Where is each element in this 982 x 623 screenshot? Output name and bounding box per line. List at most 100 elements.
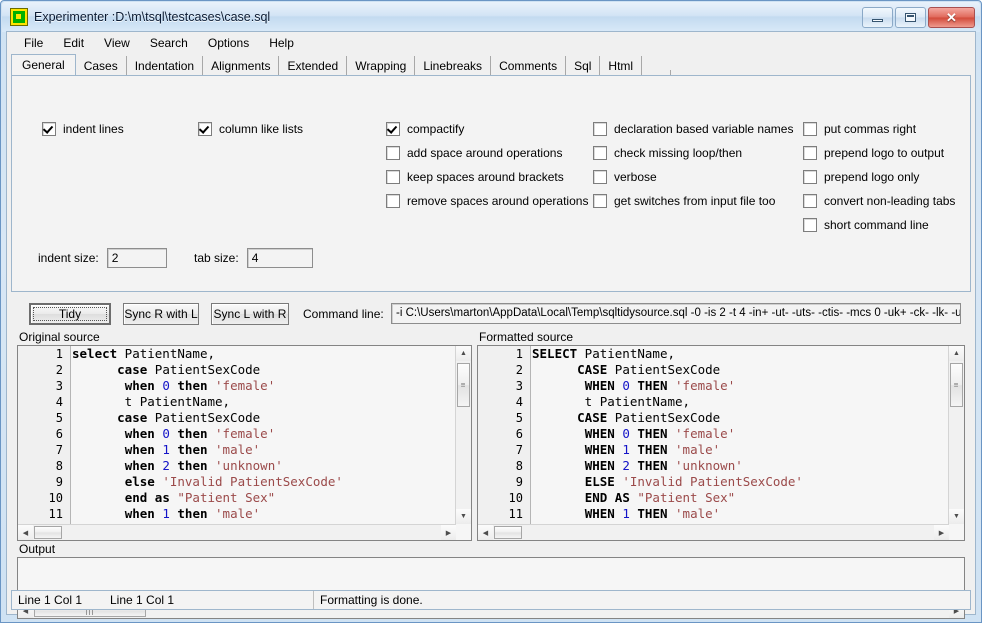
checkbox-checked-icon[interactable] bbox=[42, 122, 56, 136]
option-row-verbose[interactable]: verbose bbox=[593, 168, 793, 186]
formatted-source-code[interactable]: SELECT PatientName, CASE PatientSexCode … bbox=[532, 346, 948, 524]
close-button[interactable]: ✕ bbox=[928, 7, 975, 28]
code-line[interactable]: CASE PatientSexCode bbox=[532, 362, 948, 378]
checkbox-unchecked-icon[interactable] bbox=[386, 170, 400, 184]
option-row-check-missing-loop-then[interactable]: check missing loop/then bbox=[593, 144, 793, 162]
maximize-button[interactable] bbox=[895, 7, 926, 28]
scroll-left-icon[interactable]: ◀ bbox=[18, 525, 33, 540]
indent-size-input[interactable] bbox=[106, 248, 167, 268]
tab-extended[interactable]: Extended bbox=[279, 56, 348, 76]
option-row-prepend-logo-only[interactable]: prepend logo only bbox=[803, 168, 955, 186]
code-line[interactable]: select PatientName, bbox=[72, 346, 455, 362]
checkbox-unchecked-icon[interactable] bbox=[803, 218, 817, 232]
option-row-column-like-lists[interactable]: column like lists bbox=[198, 120, 303, 138]
code-line[interactable]: else 'Invalid PatientSexCode' bbox=[72, 474, 455, 490]
option-row-compactify[interactable]: compactify bbox=[386, 120, 588, 138]
scroll-down-icon[interactable]: ▼ bbox=[456, 509, 471, 524]
code-line[interactable]: CASE PatientSexCode bbox=[532, 410, 948, 426]
sync-r-with-l-button[interactable]: Sync R with L bbox=[123, 303, 199, 325]
menu-item-edit[interactable]: Edit bbox=[54, 34, 93, 52]
checkbox-unchecked-icon[interactable] bbox=[803, 194, 817, 208]
code-line[interactable]: case PatientSexCode bbox=[72, 410, 455, 426]
tab-comments[interactable]: Comments bbox=[491, 56, 567, 76]
option-row-remove-spaces-around-operations[interactable]: remove spaces around operations bbox=[386, 192, 588, 210]
code-line[interactable]: when 0 then 'female' bbox=[72, 426, 455, 442]
sync-l-with-r-button[interactable]: Sync L with R bbox=[211, 303, 289, 325]
code-line[interactable]: case PatientSexCode bbox=[72, 362, 455, 378]
checkbox-unchecked-icon[interactable] bbox=[593, 170, 607, 184]
tab-linebreaks[interactable]: Linebreaks bbox=[415, 56, 492, 76]
code-line[interactable]: when 2 then 'unknown' bbox=[72, 458, 455, 474]
horizontal-scroll-thumb[interactable] bbox=[494, 526, 522, 539]
code-line[interactable]: when 1 then 'male' bbox=[72, 506, 455, 522]
checkbox-unchecked-icon[interactable] bbox=[386, 194, 400, 208]
code-line[interactable]: when 0 then 'female' bbox=[72, 378, 455, 394]
checkbox-unchecked-icon[interactable] bbox=[593, 146, 607, 160]
code-token-pln bbox=[72, 442, 125, 457]
code-line[interactable]: end as "Patient Sex" bbox=[72, 490, 455, 506]
tab-sql[interactable]: Sql bbox=[566, 56, 601, 76]
option-row-put-commas-right[interactable]: put commas right bbox=[803, 120, 955, 138]
checkbox-unchecked-icon[interactable] bbox=[593, 194, 607, 208]
vertical-scroll-thumb[interactable]: ≡ bbox=[950, 363, 963, 407]
option-row-add-space-around-operations[interactable]: add space around operations bbox=[386, 144, 588, 162]
scroll-up-icon[interactable]: ▲ bbox=[949, 346, 964, 361]
code-line[interactable]: SELECT PatientName, bbox=[532, 346, 948, 362]
tab-size-input[interactable] bbox=[246, 248, 313, 268]
scroll-down-icon[interactable]: ▼ bbox=[949, 509, 964, 524]
option-row-indent-lines[interactable]: indent lines bbox=[42, 120, 124, 138]
original-vertical-scrollbar[interactable]: ▲ ≡ ▼ bbox=[455, 346, 471, 524]
scroll-up-icon[interactable]: ▲ bbox=[456, 346, 471, 361]
original-source-editor[interactable]: 1 2 3 4 5 6 7 8 9 10 11 select PatientName, case P… bbox=[17, 345, 472, 541]
code-line[interactable]: WHEN 2 THEN 'unknown' bbox=[532, 458, 948, 474]
option-row-short-command-line[interactable]: short command line bbox=[803, 216, 955, 234]
original-horizontal-scrollbar[interactable]: ◀ ▶ bbox=[18, 524, 456, 540]
scroll-left-icon[interactable]: ◀ bbox=[478, 525, 493, 540]
option-row-prepend-logo-to-output[interactable]: prepend logo to output bbox=[803, 144, 955, 162]
checkbox-unchecked-icon[interactable] bbox=[593, 122, 607, 136]
code-line[interactable]: END AS "Patient Sex" bbox=[532, 490, 948, 506]
checkbox-unchecked-icon[interactable] bbox=[803, 122, 817, 136]
checkbox-unchecked-icon[interactable] bbox=[386, 146, 400, 160]
menu-item-view[interactable]: View bbox=[95, 34, 139, 52]
code-line[interactable]: WHEN 0 THEN 'female' bbox=[532, 426, 948, 442]
minimize-button[interactable] bbox=[862, 7, 893, 28]
menu-item-options[interactable]: Options bbox=[199, 34, 258, 52]
checkbox-checked-icon[interactable] bbox=[198, 122, 212, 136]
menu-item-search[interactable]: Search bbox=[141, 34, 197, 52]
menu-item-help[interactable]: Help bbox=[260, 34, 303, 52]
option-row-convert-non-leading-tabs[interactable]: convert non-leading tabs bbox=[803, 192, 955, 210]
option-label: check missing loop/then bbox=[614, 146, 743, 160]
tab-alignments[interactable]: Alignments bbox=[203, 56, 280, 76]
checkbox-checked-icon[interactable] bbox=[386, 122, 400, 136]
tab-indentation[interactable]: Indentation bbox=[127, 56, 204, 76]
vertical-scroll-thumb[interactable]: ≡ bbox=[457, 363, 470, 407]
horizontal-scroll-thumb[interactable] bbox=[34, 526, 62, 539]
code-line[interactable]: WHEN 1 THEN 'male' bbox=[532, 506, 948, 522]
tab-wrapping[interactable]: Wrapping bbox=[347, 56, 416, 76]
code-line[interactable]: t PatientName, bbox=[532, 394, 948, 410]
tab-general[interactable]: General bbox=[11, 54, 76, 77]
code-line[interactable]: WHEN 0 THEN 'female' bbox=[532, 378, 948, 394]
formatted-horizontal-scrollbar[interactable]: ◀ ▶ bbox=[478, 524, 949, 540]
formatted-vertical-scrollbar[interactable]: ▲ ≡ ▼ bbox=[948, 346, 964, 524]
option-row-declaration-based-variable-names[interactable]: declaration based variable names bbox=[593, 120, 793, 138]
code-line[interactable]: when 1 then 'male' bbox=[72, 442, 455, 458]
formatted-source-editor[interactable]: 1 2 3 4 5 6 7 8 9 10 11 SELECT PatientName, CASE P… bbox=[477, 345, 965, 541]
tab-cases[interactable]: Cases bbox=[76, 56, 127, 76]
scroll-right-icon[interactable]: ▶ bbox=[441, 525, 456, 540]
checkbox-unchecked-icon[interactable] bbox=[803, 146, 817, 160]
checkbox-unchecked-icon[interactable] bbox=[803, 170, 817, 184]
menu-item-file[interactable]: File bbox=[15, 34, 52, 52]
scroll-right-icon[interactable]: ▶ bbox=[934, 525, 949, 540]
command-line-input[interactable]: -i C:\Users\marton\AppData\Local\Temp\sq… bbox=[391, 303, 961, 324]
original-source-code[interactable]: select PatientName, case PatientSexCode … bbox=[72, 346, 455, 524]
code-line[interactable]: WHEN 1 THEN 'male' bbox=[532, 442, 948, 458]
options-column-5: put commas right prepend logo to output pr… bbox=[803, 120, 955, 240]
tab-html[interactable]: Html bbox=[600, 56, 643, 76]
option-row-keep-spaces-around-brackets[interactable]: keep spaces around brackets bbox=[386, 168, 588, 186]
option-row-get-switches-from-input-file-too[interactable]: get switches from input file too bbox=[593, 192, 793, 210]
code-line[interactable]: ELSE 'Invalid PatientSexCode' bbox=[532, 474, 948, 490]
tidy-button[interactable]: Tidy bbox=[29, 303, 111, 325]
code-line[interactable]: t PatientName, bbox=[72, 394, 455, 410]
